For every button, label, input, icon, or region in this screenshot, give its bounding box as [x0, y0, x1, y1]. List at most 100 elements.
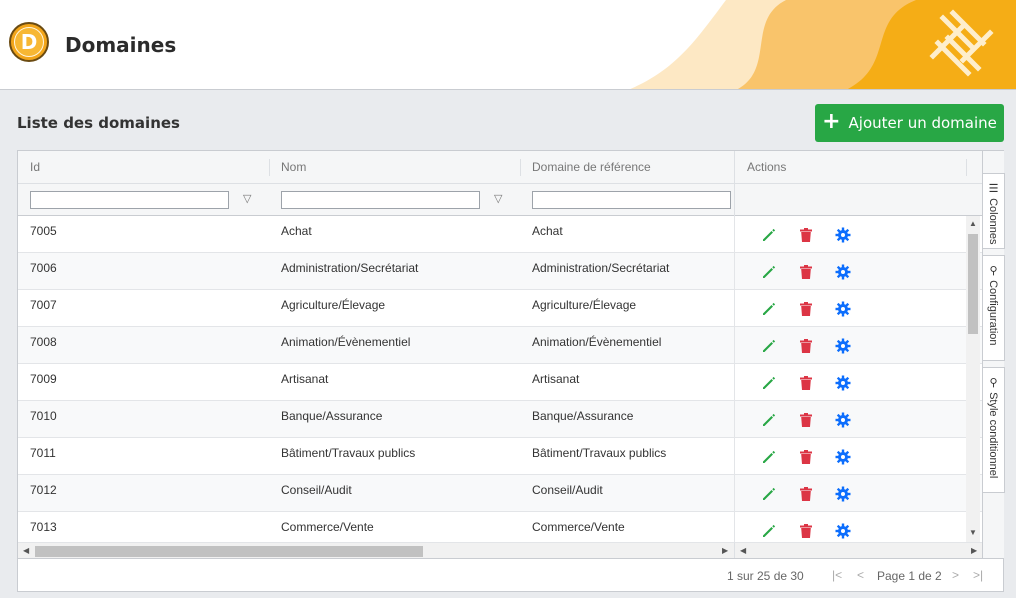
cell-reference: Conseil/Audit	[532, 483, 603, 497]
cell-id: 7007	[30, 298, 57, 312]
edit-button[interactable]	[761, 372, 777, 389]
pin-icon: ⚲	[987, 264, 999, 281]
configure-button[interactable]	[835, 298, 851, 317]
cell-reference: Commerce/Vente	[532, 520, 625, 534]
table-row[interactable]: 7010 Banque/Assurance Banque/Assurance	[18, 401, 982, 438]
previous-page-icon[interactable]: <	[857, 568, 864, 582]
pencil-icon	[761, 376, 777, 394]
cell-nom: Agriculture/Élevage	[281, 298, 386, 312]
delete-button[interactable]	[798, 520, 814, 538]
cell-id: 7012	[30, 483, 57, 497]
table-row[interactable]: 7008 Animation/Évènementiel Animation/Évèn…	[18, 327, 982, 364]
trash-icon	[798, 339, 814, 357]
delete-button[interactable]	[798, 335, 814, 353]
edit-button[interactable]	[761, 409, 777, 426]
cell-nom: Achat	[281, 224, 312, 238]
edit-button[interactable]	[761, 483, 777, 500]
table-row[interactable]: 7009 Artisanat Artisanat	[18, 364, 982, 401]
gear-icon	[835, 264, 851, 283]
last-page-icon[interactable]: >|	[973, 568, 983, 582]
filter-icon[interactable]: ▽	[494, 192, 502, 205]
table-row[interactable]: 7011 Bâtiment/Travaux publics Bâtiment/Tra…	[18, 438, 982, 475]
scroll-right-icon[interactable]: ▶	[722, 546, 728, 555]
cell-nom: Animation/Évènementiel	[281, 335, 411, 349]
filter-input-reference[interactable]	[532, 191, 731, 209]
configure-button[interactable]	[835, 409, 851, 428]
horizontal-scrollbar[interactable]: ◀ ▶	[18, 542, 734, 558]
edit-button[interactable]	[761, 335, 777, 352]
cell-id: 7009	[30, 372, 57, 386]
gear-icon	[835, 375, 851, 394]
column-header-reference[interactable]: Domaine de référence	[520, 151, 734, 184]
pencil-icon	[761, 302, 777, 320]
scroll-down-icon[interactable]: ▼	[969, 528, 977, 537]
table-row[interactable]: 7006 Administration/Secrétariat Administra…	[18, 253, 982, 290]
configure-button[interactable]	[835, 224, 851, 243]
cell-actions	[734, 401, 966, 437]
scroll-left-icon[interactable]: ◀	[740, 546, 746, 555]
gear-icon	[835, 227, 851, 246]
configure-button[interactable]	[835, 261, 851, 280]
filter-input-nom[interactable]	[281, 191, 480, 209]
trash-icon	[798, 487, 814, 505]
next-page-icon[interactable]: >	[952, 568, 959, 582]
side-tab-label: Style conditionnel	[987, 392, 999, 479]
horizontal-scroll-thumb[interactable]	[35, 546, 423, 557]
first-page-icon[interactable]: |<	[832, 568, 842, 582]
delete-button[interactable]	[798, 298, 814, 316]
edit-button[interactable]	[761, 261, 777, 278]
vertical-scrollbar[interactable]: ▲ ▼	[966, 216, 980, 542]
cell-actions	[734, 253, 966, 289]
configure-button[interactable]	[835, 520, 851, 539]
cell-reference: Administration/Secrétariat	[532, 261, 670, 275]
delete-button[interactable]	[798, 409, 814, 427]
side-tab-label: Colonnes	[987, 198, 999, 245]
side-tab-colonnes[interactable]: ☰ Colonnes	[983, 173, 1005, 249]
scroll-up-icon[interactable]: ▲	[969, 219, 977, 228]
cell-id: 7013	[30, 520, 57, 534]
configure-button[interactable]	[835, 483, 851, 502]
table-row[interactable]: 7013 Commerce/Vente Commerce/Vente	[18, 512, 982, 542]
edit-button[interactable]	[761, 224, 777, 241]
column-header-id[interactable]: Id	[18, 151, 269, 184]
cell-reference: Achat	[532, 224, 563, 238]
delete-button[interactable]	[798, 483, 814, 501]
grid-body: 7005 Achat Achat 7006 Administration/Secréta…	[18, 216, 982, 542]
configure-button[interactable]	[835, 335, 851, 354]
cell-actions	[734, 512, 966, 542]
delete-button[interactable]	[798, 261, 814, 279]
scroll-right-icon[interactable]: ▶	[971, 546, 977, 555]
scroll-left-icon[interactable]: ◀	[23, 546, 29, 555]
trash-icon	[798, 302, 814, 320]
add-domain-button[interactable]: + Ajouter un domaine	[815, 104, 1004, 142]
filter-input-id[interactable]	[30, 191, 229, 209]
configure-button[interactable]	[835, 372, 851, 391]
cell-actions	[734, 216, 966, 252]
cell-nom: Administration/Secrétariat	[281, 261, 419, 275]
cell-nom: Banque/Assurance	[281, 409, 383, 423]
vertical-scroll-thumb[interactable]	[968, 234, 978, 334]
edit-button[interactable]	[761, 446, 777, 463]
table-row[interactable]: 7005 Achat Achat	[18, 216, 982, 253]
trash-icon	[798, 265, 814, 283]
cell-id: 7006	[30, 261, 57, 275]
edit-button[interactable]	[761, 298, 777, 315]
gear-icon	[835, 338, 851, 357]
column-header-nom[interactable]: Nom	[269, 151, 520, 184]
delete-button[interactable]	[798, 372, 814, 390]
delete-button[interactable]	[798, 224, 814, 242]
table-row[interactable]: 7007 Agriculture/Élevage Agriculture/Éleva…	[18, 290, 982, 327]
trash-icon	[798, 413, 814, 431]
cell-actions	[734, 475, 966, 511]
delete-button[interactable]	[798, 446, 814, 464]
side-tab-configuration[interactable]: ⚲ Configuration	[983, 255, 1005, 361]
gear-icon	[835, 412, 851, 431]
configure-button[interactable]	[835, 446, 851, 465]
edit-button[interactable]	[761, 520, 777, 537]
trash-icon	[798, 524, 814, 542]
cell-id: 7011	[30, 446, 56, 460]
actions-horizontal-scrollbar[interactable]: ◀ ▶	[734, 542, 982, 558]
side-tab-style-conditionnel[interactable]: ⚲ Style conditionnel	[983, 367, 1005, 493]
filter-icon[interactable]: ▽	[243, 192, 251, 205]
table-row[interactable]: 7012 Conseil/Audit Conseil/Audit	[18, 475, 982, 512]
